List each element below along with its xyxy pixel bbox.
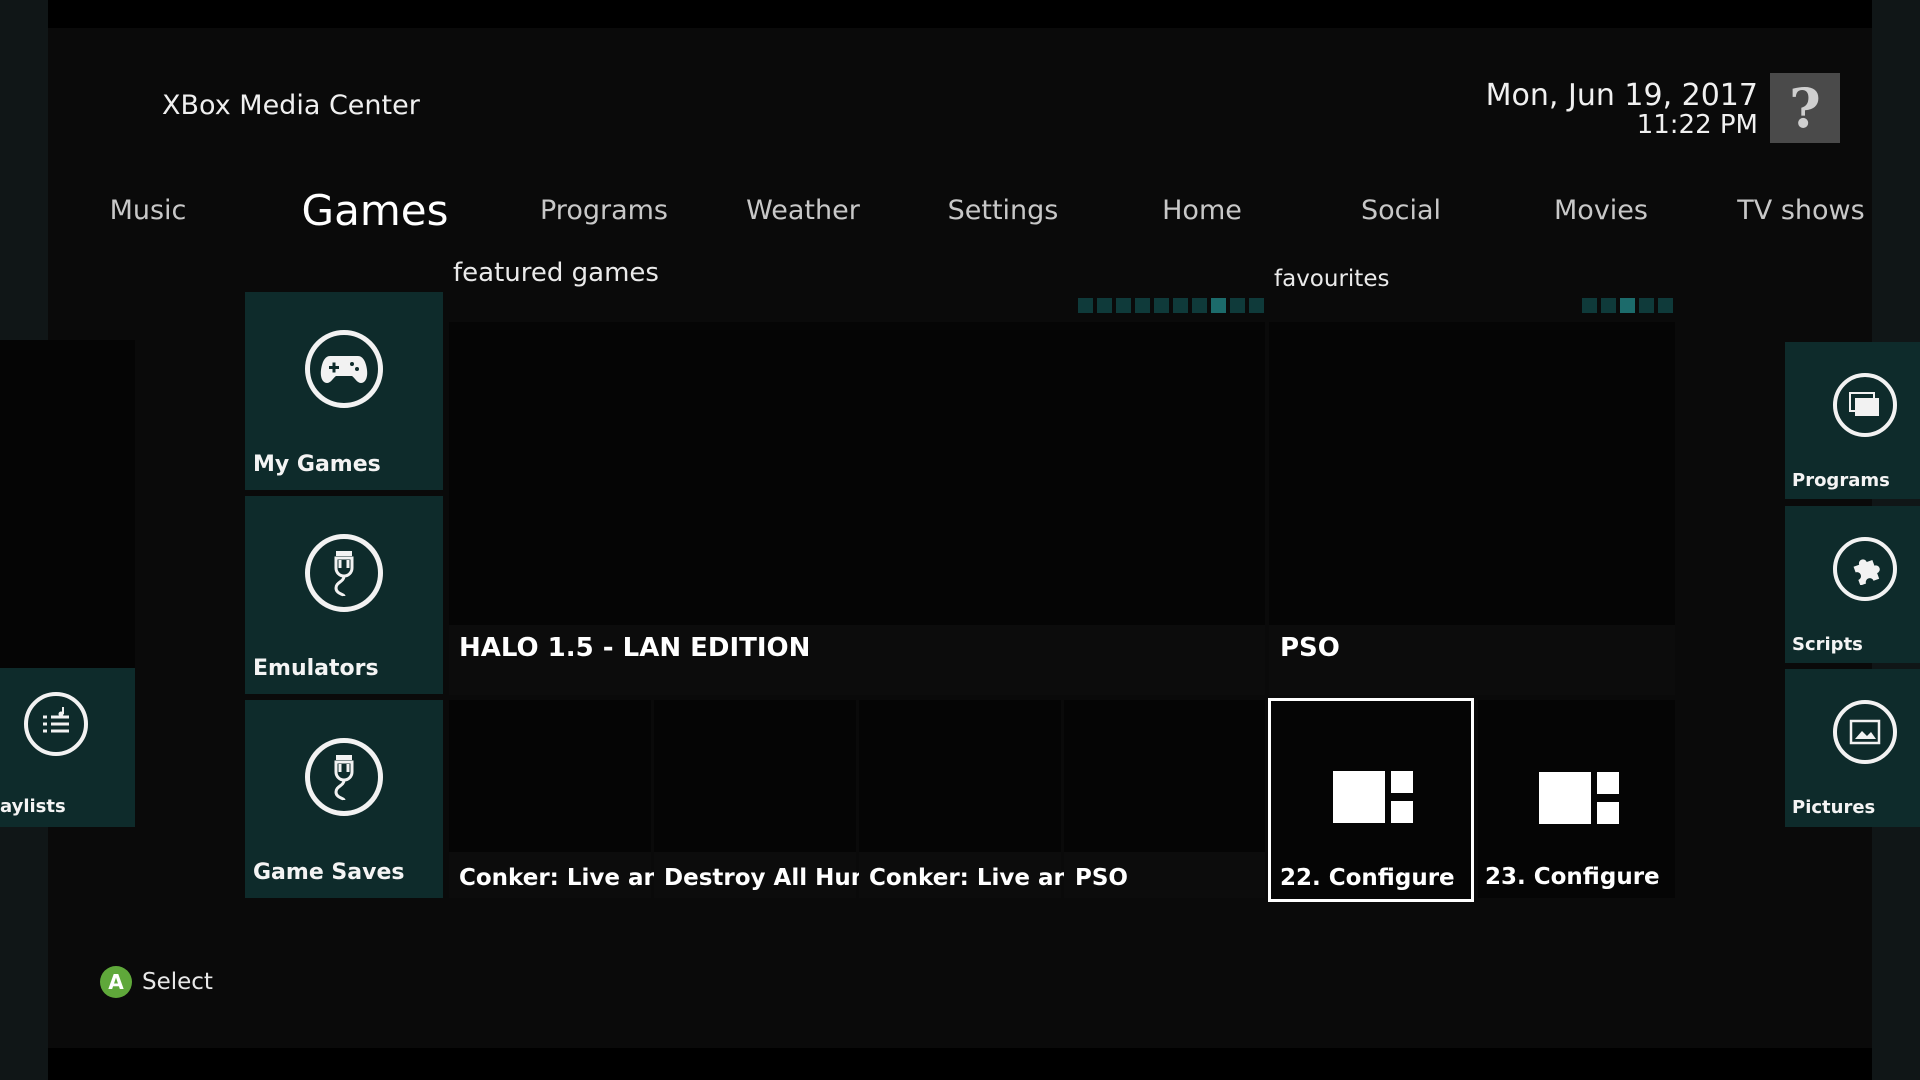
select-hint: A Select xyxy=(100,966,213,998)
nav-item-home[interactable]: Home xyxy=(1162,195,1242,226)
page-dot-active xyxy=(1211,298,1226,313)
page-dot xyxy=(1097,298,1112,313)
plug-icon xyxy=(305,738,383,816)
favourite-configure-23[interactable]: 23. Configure xyxy=(1478,700,1675,898)
nav-item-weather[interactable]: Weather xyxy=(746,195,860,226)
nav-item-social[interactable]: Social xyxy=(1361,195,1441,226)
page-dot xyxy=(1249,298,1264,313)
gamepad-icon xyxy=(305,330,383,408)
windows-stack-icon xyxy=(1833,373,1897,437)
scripts-tile[interactable]: Scripts xyxy=(1785,506,1920,663)
page-dot xyxy=(1173,298,1188,313)
page-dot xyxy=(1601,298,1616,313)
question-mark-icon: ? xyxy=(1789,76,1821,140)
nav-item-programs[interactable]: Programs xyxy=(540,195,668,226)
nav-item-games[interactable]: Games xyxy=(302,186,449,235)
my-games-tile[interactable]: My Games xyxy=(245,292,443,490)
emulators-label: Emulators xyxy=(253,656,379,681)
app-title: XBox Media Center xyxy=(162,90,420,121)
featured-thumb-4-title: PSO xyxy=(1075,865,1128,891)
picture-icon xyxy=(1833,700,1897,764)
playlists-label: aylists xyxy=(0,796,66,817)
nav-item-settings[interactable]: Settings xyxy=(948,195,1059,226)
featured-page-indicator xyxy=(1078,298,1264,313)
game-saves-label: Game Saves xyxy=(253,860,405,885)
favourite-configure-22-label: 22. Configure xyxy=(1280,865,1455,891)
a-button-icon: A xyxy=(100,966,132,998)
featured-games-label: featured games xyxy=(453,258,659,288)
pictures-tile[interactable]: Pictures xyxy=(1785,669,1920,827)
profile-avatar[interactable]: ? xyxy=(1770,73,1840,143)
programs-tile[interactable]: Programs xyxy=(1785,342,1920,499)
playlist-icon xyxy=(24,692,88,756)
main-nav: Music Games Programs Weather Settings Ho… xyxy=(0,186,1920,235)
favourites-main-title: PSO xyxy=(1280,633,1340,663)
favourite-configure-23-label: 23. Configure xyxy=(1485,864,1660,890)
time-label: 11:22 PM xyxy=(1636,110,1758,140)
page-dot xyxy=(1135,298,1150,313)
plug-icon xyxy=(305,534,383,612)
emulators-tile[interactable]: Emulators xyxy=(245,496,443,694)
page-dot xyxy=(1154,298,1169,313)
date-label: Mon, Jun 19, 2017 xyxy=(1485,78,1758,113)
puzzle-icon xyxy=(1833,537,1897,601)
tile-layout-icon xyxy=(1539,772,1591,824)
favourites-page-indicator xyxy=(1582,298,1673,313)
select-hint-label: Select xyxy=(142,969,213,995)
programs-tile-label: Programs xyxy=(1792,470,1890,491)
tile-layout-icon-part xyxy=(1597,772,1619,794)
tile-layout-icon-part xyxy=(1391,771,1413,793)
page-dot xyxy=(1116,298,1131,313)
favourite-configure-22[interactable]: 22. Configure xyxy=(1268,698,1474,902)
pictures-tile-label: Pictures xyxy=(1792,797,1876,818)
page-dot xyxy=(1582,298,1597,313)
game-saves-tile[interactable]: Game Saves xyxy=(245,700,443,898)
page-dot xyxy=(1230,298,1245,313)
playlists-tile[interactable]: aylists xyxy=(0,668,135,827)
left-edge-panel xyxy=(0,340,135,668)
tile-layout-icon-part xyxy=(1391,801,1413,823)
nav-item-music[interactable]: Music xyxy=(110,195,187,226)
featured-main-title: HALO 1.5 - LAN EDITION xyxy=(459,633,811,663)
my-games-label: My Games xyxy=(253,452,381,477)
favourites-label: favourites xyxy=(1274,266,1390,292)
tile-layout-icon xyxy=(1333,771,1385,823)
scripts-tile-label: Scripts xyxy=(1792,634,1863,655)
page-dot-active xyxy=(1620,298,1635,313)
nav-item-movies[interactable]: Movies xyxy=(1554,195,1648,226)
page-dot xyxy=(1639,298,1654,313)
tile-layout-icon-part xyxy=(1597,802,1619,824)
page-dot xyxy=(1192,298,1207,313)
page-dot xyxy=(1658,298,1673,313)
page-dot xyxy=(1078,298,1093,313)
nav-item-tv-shows[interactable]: TV shows xyxy=(1737,195,1864,226)
